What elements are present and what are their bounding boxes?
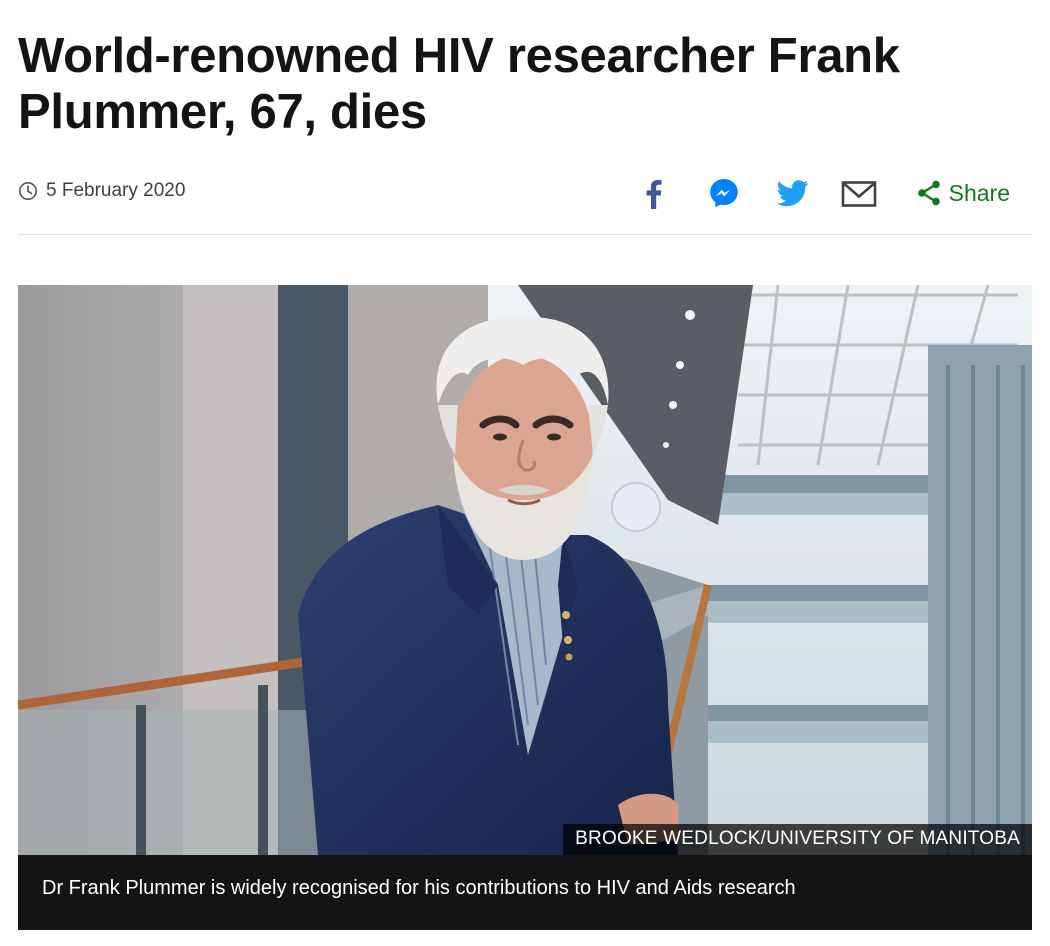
share-button[interactable]: Share	[916, 179, 1010, 207]
messenger-icon	[709, 179, 738, 208]
facebook-icon	[646, 180, 662, 209]
twitter-icon	[776, 180, 809, 207]
photo-caption: Dr Frank Plummer is widely recognised fo…	[18, 855, 1032, 930]
article-figure: BROOKE WEDLOCK/UNIVERSITY OF MANITOBA Dr…	[18, 285, 1032, 930]
twitter-share-button[interactable]	[776, 176, 810, 210]
facebook-share-button[interactable]	[642, 176, 666, 210]
photo-credit: BROOKE WEDLOCK/UNIVERSITY OF MANITOBA	[563, 824, 1032, 855]
publish-date: 5 February 2020	[18, 180, 185, 202]
email-icon	[841, 181, 876, 207]
portrait-photo-illustration	[18, 285, 1032, 855]
divider	[18, 234, 1032, 235]
article-headline: World-renowned HIV researcher Frank Plum…	[18, 29, 900, 139]
email-share-button[interactable]	[840, 176, 878, 210]
article-meta: 5 February 2020 Share	[18, 176, 1032, 212]
publish-date-text: 5 February 2020	[46, 180, 186, 201]
share-label: Share	[948, 179, 1010, 206]
share-tools: Share	[642, 176, 1010, 210]
messenger-share-button[interactable]	[707, 176, 741, 210]
share-icon	[917, 180, 940, 206]
article-photo: BROOKE WEDLOCK/UNIVERSITY OF MANITOBA	[18, 285, 1032, 855]
clock-icon	[18, 181, 38, 201]
